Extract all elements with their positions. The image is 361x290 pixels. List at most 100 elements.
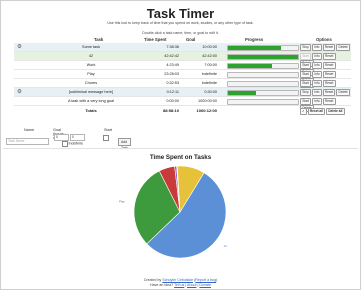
task-time-spent[interactable]: 23:28:03: [149, 72, 179, 76]
info-button[interactable]: Info: [312, 98, 322, 106]
table-row: ⚙ [subliminal message here] 0:12:11 0:30:00…: [14, 88, 351, 97]
task-progress-bar: [227, 81, 299, 87]
task-progress-bar: [227, 90, 299, 96]
totals-label: Totals: [85, 107, 97, 113]
table-row: Chores 0:32:53 Indefinite StartInfoResetDel…: [14, 79, 351, 95]
footer-created-by: Created by: [143, 278, 162, 282]
indefinite-checkbox[interactable]: [62, 141, 68, 147]
header-task: Task: [94, 37, 104, 42]
gear-icon: ⚙: [17, 44, 22, 50]
info-button[interactable]: Info: [312, 80, 322, 88]
gear-icon: ⚙: [17, 89, 22, 95]
progress-fill: [228, 91, 256, 95]
progress-fill: [228, 64, 273, 68]
task-progress-bar: [227, 63, 299, 69]
task-time-spent[interactable]: 7:38:36: [149, 45, 179, 49]
table-row: 4242:42:4242:42:00StartInfoResetDelete: [14, 52, 351, 68]
reset-button[interactable]: Reset: [322, 98, 336, 106]
header-time-spent: Time Spent: [144, 37, 167, 42]
task-name[interactable]: Chores: [46, 81, 136, 85]
table-row: Work4:23:497:00:00StartInfoResetDelete: [14, 61, 351, 77]
footer-credit: Created by Schuyler Cebulskie (Report a …: [143, 278, 218, 282]
delete-button[interactable]: Delete: [336, 89, 350, 97]
edit-hint: Double-click a task name, time, or goal …: [142, 31, 219, 35]
task-name[interactable]: Play: [46, 72, 136, 76]
pie-slice-label: 42: [224, 244, 228, 248]
task-goal[interactable]: 42:42:00: [187, 54, 217, 58]
task-goal[interactable]: 0:30:00: [187, 90, 217, 94]
task-time-spent[interactable]: 42:42:42: [149, 54, 179, 58]
tell-us-link[interactable]: Tell us: [174, 283, 184, 287]
reset-button[interactable]: Reset: [322, 44, 336, 52]
task-name[interactable]: [subliminal message here]: [46, 90, 136, 94]
task-goal[interactable]: 7:00:00: [187, 63, 217, 67]
donate-link[interactable]: Donate: [199, 283, 211, 287]
row-options: Stop Info Reset Delete: [300, 89, 351, 97]
section-divider: [3, 148, 358, 149]
page-title: Task Timer: [146, 6, 215, 21]
task-table: ⚙ Some task 7:38:36 10:00:00 Stop Info Reset De…: [14, 43, 351, 115]
info-button[interactable]: Info: [311, 89, 322, 97]
author-link[interactable]: Schuyler Cebulskie: [162, 278, 193, 282]
task-name[interactable]: A task with a very long goal: [46, 99, 136, 103]
start-stop-button[interactable]: Stop: [300, 89, 311, 97]
task-name[interactable]: Work: [46, 63, 136, 67]
totals-row: Totals 88:58:10 1060:12:00 ✓ Reset all Delete…: [14, 106, 351, 115]
start-checkbox[interactable]: [103, 135, 109, 141]
reset-all-button[interactable]: Reset all: [307, 107, 326, 115]
start-stop-button[interactable]: Start: [300, 53, 312, 61]
pie-slice-label: Play: [119, 200, 125, 204]
totals-options: ✓ Reset all Delete all: [300, 107, 346, 115]
task-time-spent[interactable]: 0:00:00: [149, 99, 179, 103]
time-pie-chart: 42PlayWorkChores[subliminal message here…: [119, 165, 228, 259]
info-button[interactable]: Info: [311, 44, 322, 52]
reset-button[interactable]: Reset: [322, 71, 336, 79]
task-goal[interactable]: 1000:00:00: [187, 99, 217, 103]
reset-button[interactable]: Reset: [322, 80, 336, 88]
progress-fill: [228, 55, 298, 59]
task-progress-bar: [227, 45, 299, 51]
task-name[interactable]: 42: [46, 54, 136, 58]
footer-links: Have an idea? Tell us | About | Donate: [150, 283, 211, 287]
indefinite-label: Indefinite: [68, 141, 84, 146]
task-progress-bar: [227, 99, 299, 105]
table-row: Play23:28:03IndefiniteStartInfoResetDele…: [14, 70, 351, 86]
info-button[interactable]: Info: [312, 71, 322, 79]
table-row: ⚙ Some task 7:38:36 10:00:00 Stop Info Reset De…: [14, 43, 351, 52]
task-name-input[interactable]: Task Name: [6, 138, 49, 145]
goal-hours-input[interactable]: 0: [54, 134, 69, 141]
reset-button[interactable]: Reset: [322, 62, 336, 70]
start-stop-button[interactable]: Start: [300, 98, 312, 106]
progress-fill: [228, 46, 282, 50]
page-subtitle: Use this tool to keep track of time that…: [107, 21, 254, 25]
header-options: Options: [316, 37, 332, 42]
report-bug-link[interactable]: Report a bug: [195, 278, 216, 282]
task-time-spent[interactable]: 0:32:53: [149, 81, 179, 85]
start-stop-button[interactable]: Start: [300, 80, 312, 88]
task-goal[interactable]: Indefinite: [187, 81, 217, 85]
task-time-spent[interactable]: 4:23:49: [149, 63, 179, 67]
start-stop-button[interactable]: Start: [300, 71, 312, 79]
header-goal: Goal: [186, 37, 196, 42]
task-time-spent[interactable]: 0:12:11: [149, 90, 179, 94]
header-progress: Progress: [245, 37, 264, 42]
start-stop-button[interactable]: Start: [300, 62, 312, 70]
delete-all-button[interactable]: Delete all: [326, 107, 345, 115]
task-goal[interactable]: 10:00:00: [187, 45, 217, 49]
indefinite-option[interactable]: Indefinite: [62, 141, 83, 147]
task-name[interactable]: Some task: [46, 45, 136, 49]
task-goal[interactable]: Indefinite: [187, 72, 217, 76]
add-task-button[interactable]: Add Task: [118, 138, 131, 150]
about-link[interactable]: About: [187, 283, 196, 287]
start-stop-button[interactable]: Stop: [300, 44, 311, 52]
start-label: Start: [104, 128, 113, 132]
totals-spent: 88:58:10: [162, 107, 179, 113]
info-button[interactable]: Info: [312, 53, 322, 61]
delete-button[interactable]: Delete: [336, 44, 350, 52]
info-button[interactable]: Info: [312, 62, 322, 70]
reset-button[interactable]: Reset: [322, 53, 336, 61]
footer-idea-text: Have an idea?: [150, 283, 174, 287]
goal-minutes-input[interactable]: 0: [70, 134, 85, 141]
totals-checkbox[interactable]: ✓: [300, 107, 307, 115]
reset-button[interactable]: Reset: [322, 89, 336, 97]
